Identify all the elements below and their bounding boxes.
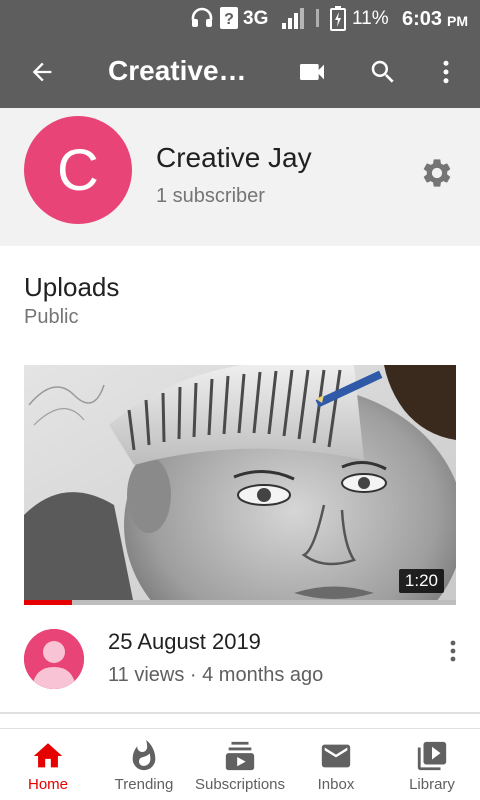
back-arrow-icon (32, 62, 52, 82)
gear-icon (423, 159, 451, 187)
list-divider (0, 712, 480, 714)
more-vert-icon (443, 60, 449, 84)
nav-home-label: Home (27, 776, 68, 793)
video-duration: 1:20 (398, 569, 444, 593)
video-meta: 11 views · 4 months ago (108, 664, 324, 686)
pencil-drawing-thumbnail-image (24, 365, 456, 605)
nav-trending[interactable]: Trending (96, 729, 192, 800)
library-icon (417, 741, 447, 771)
video-thumbnail[interactable]: 1:20 (24, 365, 456, 605)
watch-progress-bar (24, 600, 456, 605)
trending-icon (132, 739, 156, 771)
nav-home[interactable]: Home (0, 729, 96, 800)
channel-header: C Creative Jay 1 subscriber (0, 108, 480, 246)
nav-subscriptions[interactable]: Subscriptions (192, 729, 288, 800)
battery-percent: 11% (352, 8, 389, 29)
app-title: Creative… (108, 55, 247, 86)
battery-icon (330, 6, 346, 31)
more-options-button[interactable] (430, 56, 462, 88)
search-button[interactable] (367, 56, 399, 88)
clock-ampm: PM (447, 13, 468, 29)
nav-library-label: Library (409, 776, 455, 793)
video-title: 25 August 2019 (108, 629, 261, 654)
channel-name: Creative Jay (156, 142, 312, 173)
person-avatar-icon (24, 629, 84, 689)
nav-inbox[interactable]: Inbox (288, 729, 384, 800)
uploads-visibility: Public (24, 306, 79, 328)
subscriber-count: 1 subscriber (156, 185, 265, 207)
nav-inbox-label: Inbox (317, 776, 355, 793)
uploader-avatar[interactable] (24, 629, 84, 689)
signal-icon (282, 8, 304, 29)
channel-avatar[interactable]: C (24, 116, 132, 224)
channel-avatar-letter: C (57, 137, 99, 203)
nav-subscriptions-label: Subscriptions (194, 776, 286, 793)
back-button[interactable] (26, 56, 58, 88)
home-icon (33, 743, 63, 768)
network-type: 3G (243, 8, 269, 29)
channel-settings-button[interactable] (420, 156, 454, 190)
subscriptions-icon (225, 741, 255, 771)
unknown-sim-icon: ? (220, 7, 238, 29)
uploads-heading: Uploads (24, 272, 120, 302)
status-bar: ? 3G 11% 6:03 PM (0, 0, 480, 36)
clock: 6:03 (402, 8, 443, 30)
watch-progress-fill (24, 600, 72, 605)
video-camera-icon (300, 64, 324, 80)
search-icon (371, 60, 394, 83)
inbox-icon (321, 744, 351, 768)
bottom-navigation: Home Trending Subscriptions Inbox Librar… (0, 728, 480, 800)
video-info-row[interactable]: 25 August 2019 11 views · 4 months ago (0, 626, 480, 696)
nav-trending-label: Trending (114, 776, 174, 793)
nav-library[interactable]: Library (384, 729, 480, 800)
more-vert-icon (450, 640, 456, 662)
headset-icon (191, 7, 213, 27)
upload-video-button[interactable] (296, 56, 328, 88)
app-bar: Creative… (0, 36, 480, 108)
video-more-button[interactable] (442, 638, 464, 664)
signal-secondary-icon (316, 9, 319, 27)
svg-text:?: ? (224, 11, 234, 28)
